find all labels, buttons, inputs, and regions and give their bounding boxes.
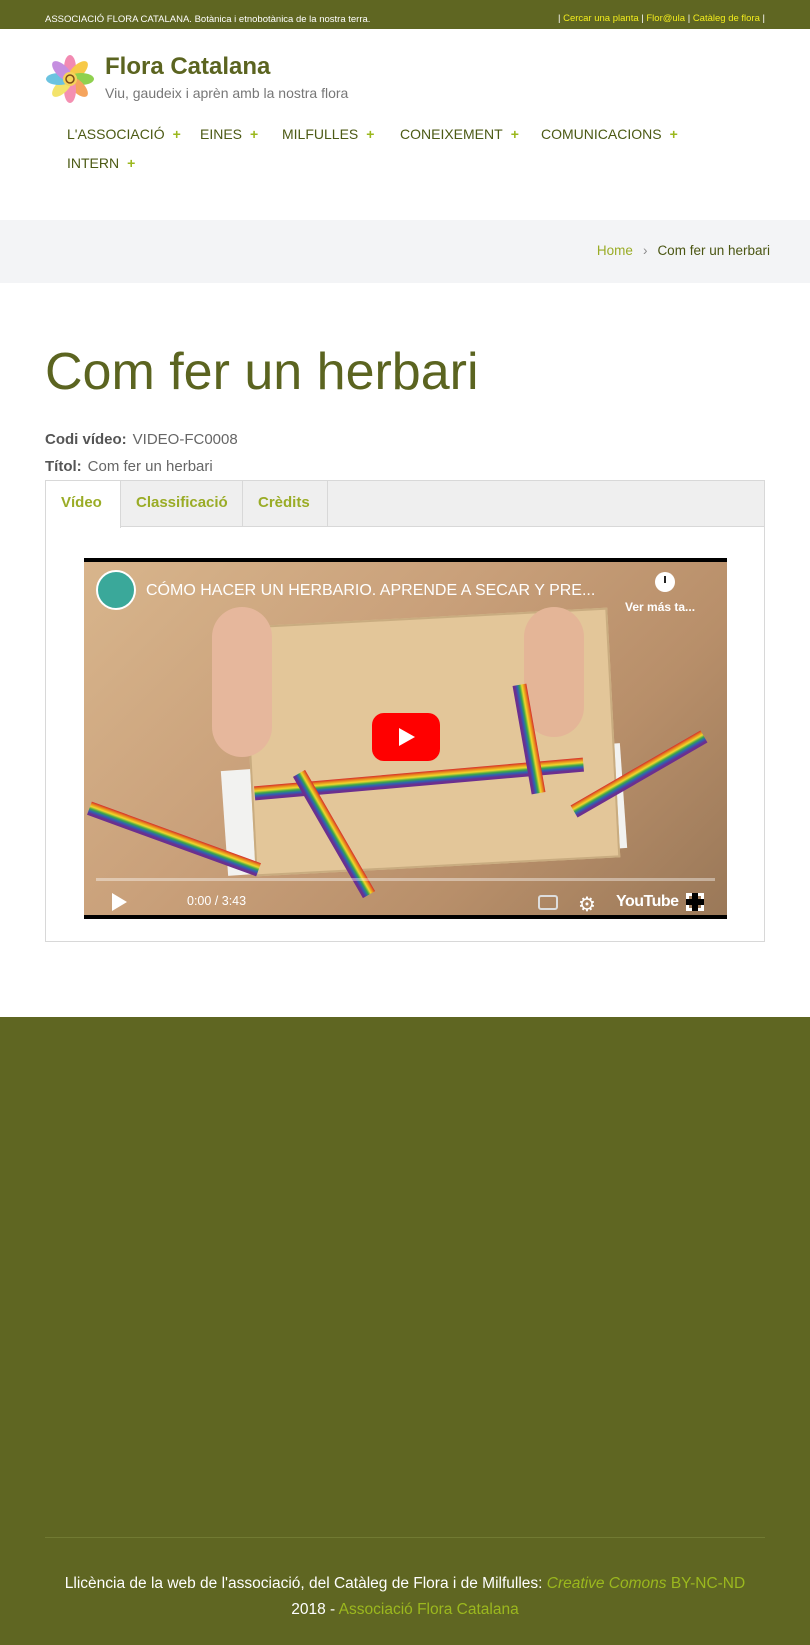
license-link[interactable]: BY-NC-ND: [671, 1575, 745, 1592]
topbar-separator: |: [762, 13, 765, 24]
topbar-separator: |: [687, 13, 691, 24]
youtube-logo[interactable]: YouTube: [616, 893, 679, 911]
channel-avatar[interactable]: [96, 570, 136, 610]
breadcrumb: Home › Com fer un herbari: [597, 243, 770, 258]
play-icon[interactable]: [112, 893, 127, 911]
nav-item-label: L'ASSOCIACIÓ: [67, 126, 165, 142]
field-codi-video: Codi vídeo: VIDEO-FC0008: [45, 431, 238, 448]
footer-year: 2018 -: [291, 1601, 336, 1618]
breadcrumb-current: Com fer un herbari: [657, 243, 770, 258]
play-icon: [399, 728, 415, 746]
footer-divider: [45, 1537, 765, 1538]
link-cataleg-flora[interactable]: Catàleg de flora: [693, 13, 760, 24]
nav-item-label: MILFULLES: [282, 126, 359, 142]
field-label: Codi vídeo:: [45, 431, 127, 448]
footer-copyright-line: 2018 - Associació Flora Catalana: [0, 1597, 810, 1623]
chevron-right-icon: ›: [642, 243, 648, 258]
footer-org-link[interactable]: Associació Flora Catalana: [339, 1601, 519, 1618]
video-title[interactable]: CÓMO HACER UN HERBARIO. APRENDE A SECAR …: [146, 582, 595, 600]
site-tagline: Viu, gaudeix i aprèn amb la nostra flora: [105, 85, 349, 101]
tab-classificacio[interactable]: Classificació: [121, 481, 243, 527]
breadcrumb-bar: Home › Com fer un herbari: [0, 220, 810, 283]
fullscreen-icon[interactable]: [686, 893, 704, 911]
nav-item-comunicacions[interactable]: COMUNICACIONS +: [541, 126, 678, 142]
topbar-separator: |: [557, 13, 561, 24]
nav-item-associacio[interactable]: L'ASSOCIACIÓ +: [67, 126, 181, 142]
video-player[interactable]: CÓMO HACER UN HERBARIO. APRENDE A SECAR …: [84, 558, 727, 919]
plus-icon: +: [172, 126, 181, 142]
nav-item-label: EINES: [200, 126, 243, 142]
nav-item-milfulles[interactable]: MILFULLES +: [282, 126, 374, 142]
field-value: Com fer un herbari: [87, 458, 213, 475]
field-label: Títol:: [45, 458, 82, 475]
nav-item-label: INTERN: [67, 155, 120, 171]
footer-license-line: Llicència de la web de l'associació, del…: [0, 1571, 810, 1597]
plus-icon: +: [510, 126, 519, 142]
topbar-tagline: ASSOCIACIÓ FLORA CATALANA. Botànica i et…: [45, 14, 371, 25]
nav-item-label: CONEIXEMENT: [400, 126, 503, 142]
footer-license-text: Llicència de la web de l'associació, del…: [64, 1575, 543, 1592]
plus-icon: +: [669, 126, 678, 142]
site-title[interactable]: Flora Catalana: [105, 53, 270, 81]
topbar-links: | Cercar una planta | Flor@ula | Catàleg…: [558, 13, 765, 24]
page-title: Com fer un herbari: [45, 343, 479, 401]
clock-icon[interactable]: [655, 572, 675, 592]
plus-icon: +: [366, 126, 375, 142]
plus-icon: +: [127, 155, 136, 171]
gear-icon[interactable]: ⚙: [578, 892, 596, 917]
time-display: 0:00 / 3:43: [187, 894, 247, 908]
watch-later-label: Ver más ta...: [625, 600, 696, 614]
nav-item-intern[interactable]: INTERN +: [67, 155, 135, 171]
site-footer: Llicència de la web de l'associació, del…: [0, 1017, 810, 1645]
field-value: VIDEO-FC0008: [132, 431, 238, 448]
top-bar: ASSOCIACIÓ FLORA CATALANA. Botànica i et…: [0, 0, 810, 29]
nav-item-eines[interactable]: EINES +: [200, 126, 258, 142]
player-controls: 0:00 / 3:43 ⚙ YouTube: [84, 888, 727, 919]
link-floraula[interactable]: Flor@ula: [646, 13, 685, 24]
creative-commons-link[interactable]: Creative Comons: [547, 1575, 667, 1592]
tabs-panel: Vídeo Classificació Crèdits CÓMO HACER U…: [45, 480, 765, 942]
nav-item-label: COMUNICACIONS: [541, 126, 662, 142]
topbar-separator: |: [641, 13, 644, 24]
captions-icon[interactable]: [538, 895, 558, 910]
tab-credits[interactable]: Crèdits: [243, 481, 328, 527]
nav-item-coneixement[interactable]: CONEIXEMENT +: [400, 126, 519, 142]
tab-strip: Vídeo Classificació Crèdits: [46, 481, 764, 528]
plus-icon: +: [250, 126, 259, 142]
breadcrumb-home-link[interactable]: Home: [597, 243, 633, 258]
flower-at-icon[interactable]: [45, 54, 95, 104]
link-cercar-planta[interactable]: Cercar una planta: [563, 13, 639, 24]
footer-text: Llicència de la web de l'associació, del…: [0, 1571, 810, 1623]
video-scene-hand: [524, 607, 584, 737]
site-header: Flora Catalana Viu, gaudeix i aprèn amb …: [0, 29, 810, 220]
progress-bar[interactable]: [96, 878, 715, 881]
video-scene-hand: [212, 607, 272, 757]
tab-video[interactable]: Vídeo: [46, 481, 121, 528]
play-button[interactable]: [372, 713, 440, 761]
field-titol: Títol: Com fer un herbari: [45, 458, 213, 475]
